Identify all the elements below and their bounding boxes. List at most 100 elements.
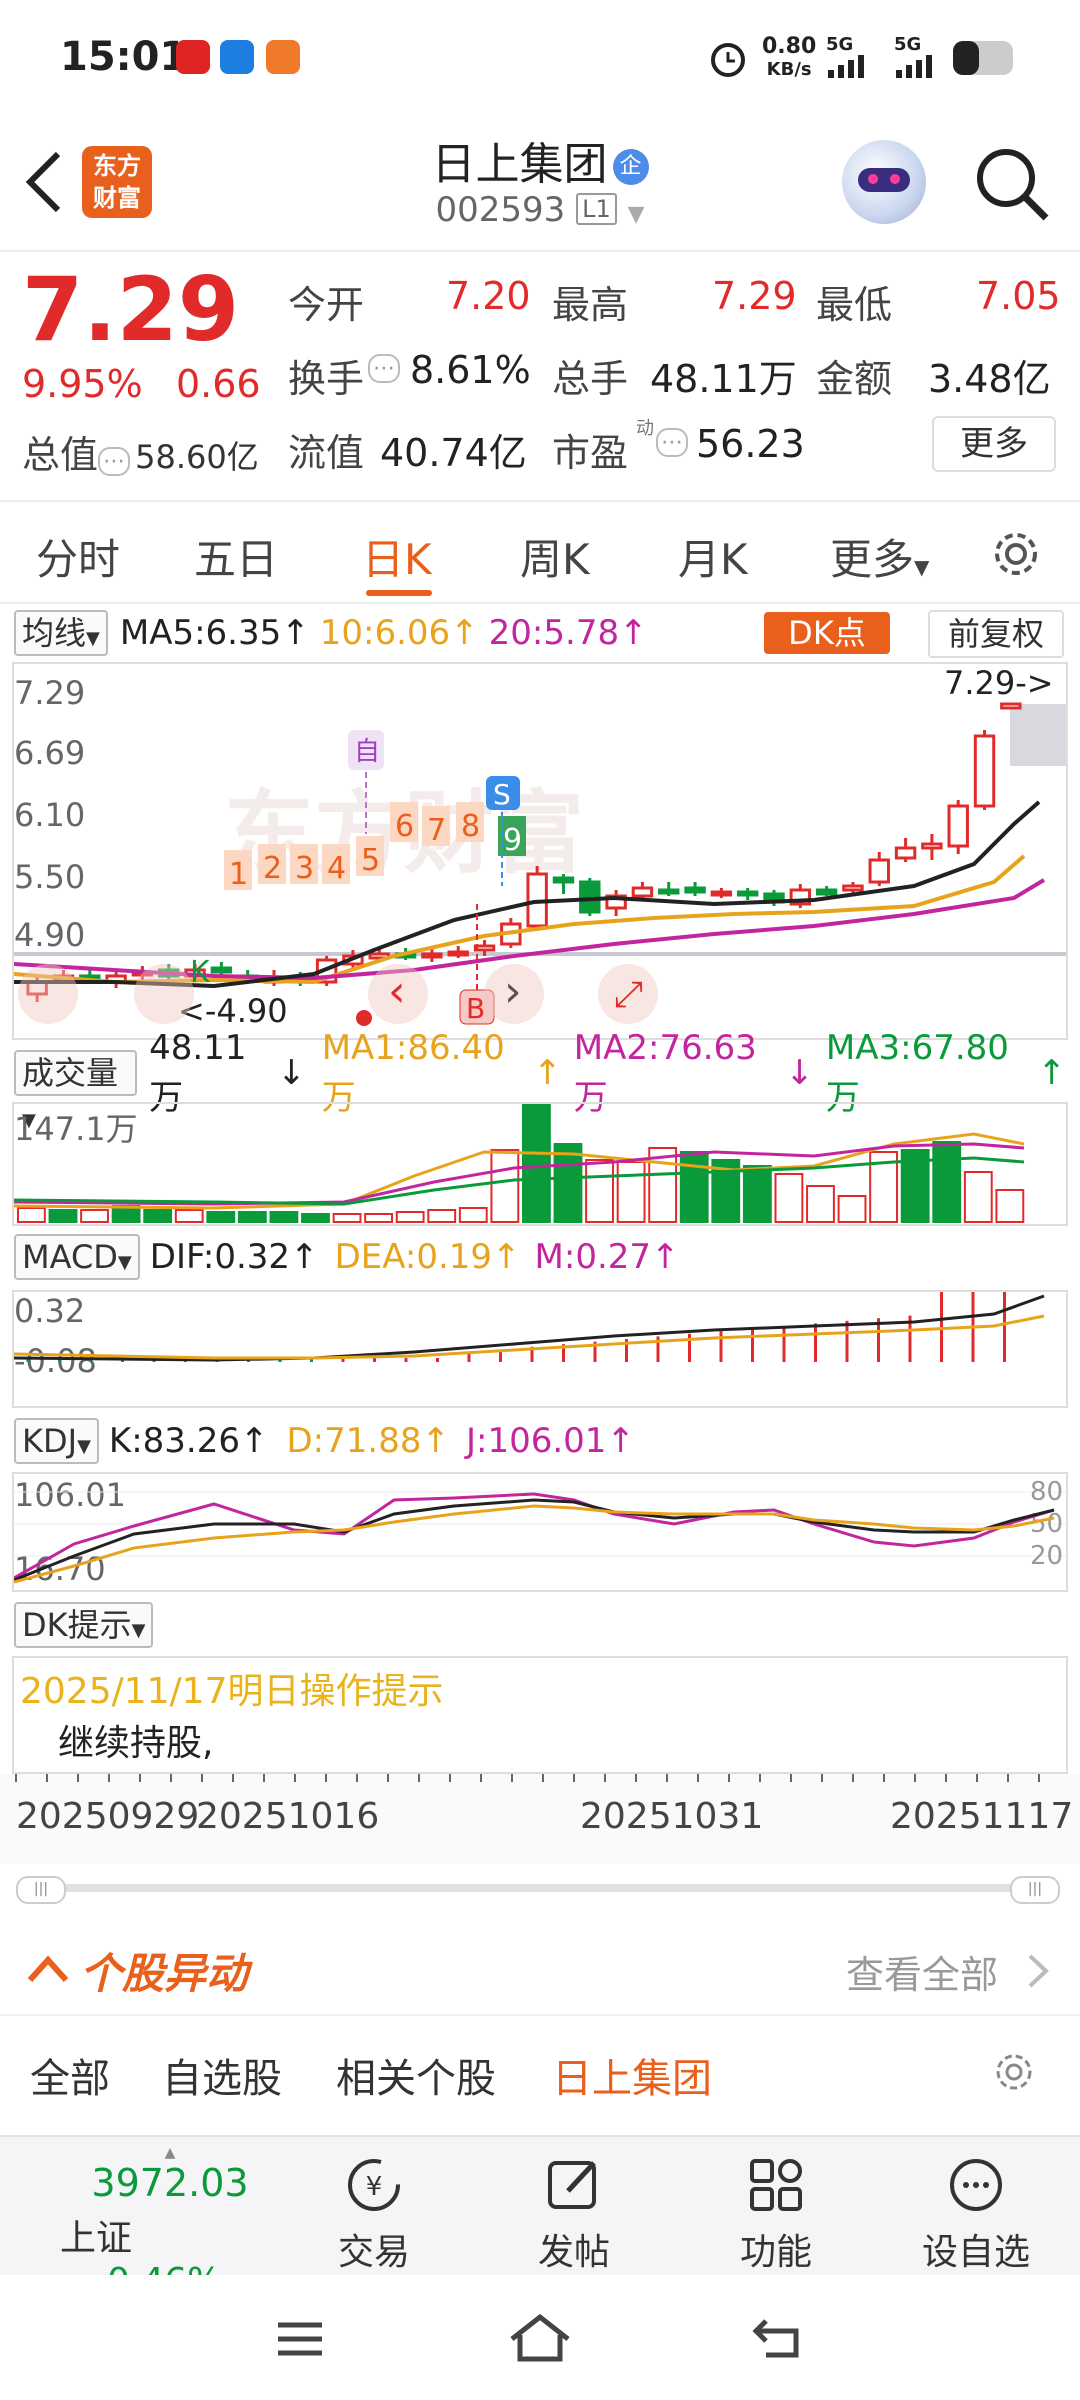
gear-icon[interactable]: [990, 528, 1042, 580]
count-label: 7: [427, 813, 446, 848]
signal-icon: [828, 55, 864, 78]
filter-all[interactable]: 全部: [30, 2046, 110, 2104]
battery-icon: [953, 41, 1013, 75]
kdj-panel[interactable]: 106.01 16.70 80 50 20: [12, 1472, 1068, 1592]
tab-more[interactable]: 更多▼: [830, 526, 929, 587]
mktcap-value: 58.60亿: [135, 438, 259, 476]
macd-dea: DEA:0.19: [334, 1237, 493, 1277]
filter-related[interactable]: 相关个股: [336, 2046, 496, 2104]
menu-icon[interactable]: [276, 2319, 324, 2359]
macd-indicator-bar: MACD▼ DIF:0.32 ↑ DEA:0.19 ↑ M:0.27 ↑: [14, 1232, 1066, 1282]
chart-period-tabs: 分时 五日 日K 周K 月K 更多▼: [0, 500, 1080, 604]
pe-dynamic-mark: 动: [636, 418, 654, 439]
post-label: 发帖: [537, 2232, 610, 2273]
tab-five-day[interactable]: 五日: [194, 526, 278, 587]
chart-nav-button: [18, 964, 78, 1024]
chevron-right-icon: ›: [504, 966, 522, 1017]
assistant-avatar[interactable]: [842, 140, 926, 224]
up-arrow-icon: ↑: [606, 1421, 635, 1461]
y-axis-label: 6.69: [14, 734, 85, 772]
count-label: 4: [327, 851, 346, 886]
add-watchlist-button[interactable]: 设自选: [916, 2155, 1036, 2275]
kline-panel[interactable]: 东方财富7.296.696.105.504.907.29-><-4.901234…: [12, 662, 1068, 1040]
date-axis: 20250929 20251016 20251031 20251117: [0, 1774, 1080, 1864]
volume-bar: [237, 1211, 267, 1223]
candle-body: [447, 950, 469, 957]
kdj-chart[interactable]: 106.0116.70805020: [14, 1474, 1066, 1590]
gear-icon[interactable]: [992, 2050, 1036, 2094]
search-icon[interactable]: [972, 144, 1052, 224]
scroll-handle-right[interactable]: |||: [1010, 1876, 1060, 1904]
volume-label: 总手: [552, 357, 629, 401]
chevron-down-icon[interactable]: ▼: [628, 202, 645, 227]
down-arrow-icon: ↓: [277, 1053, 306, 1093]
back-nav-icon[interactable]: [752, 2313, 808, 2361]
up-arrow-icon: ↑: [619, 613, 648, 653]
dk-point-button[interactable]: DK点: [764, 612, 890, 654]
adjust-button[interactable]: 前复权: [928, 610, 1064, 658]
ma-selector[interactable]: 均线▼: [14, 610, 108, 656]
trade-button[interactable]: ¥ 交易: [314, 2155, 434, 2275]
filter-watchlist[interactable]: 自选股: [162, 2046, 282, 2104]
chevron-up-icon[interactable]: [26, 1954, 70, 1984]
kdj-level-label: 20: [1030, 1541, 1063, 1571]
chart-nav-button: [134, 964, 194, 1024]
add-watchlist-label: 设自选: [921, 2232, 1030, 2273]
movement-title: 个股异动: [80, 1949, 249, 1998]
candle-body: [947, 804, 969, 848]
tab-weekly-k[interactable]: 周K: [520, 526, 590, 587]
mktcap-label: 总值: [22, 433, 99, 477]
info-icon[interactable]: ⋯: [98, 447, 131, 476]
macd-panel[interactable]: 0.32 -0.08: [12, 1290, 1068, 1408]
more-button[interactable]: 更多: [932, 416, 1056, 472]
volume-chart[interactable]: 147.1万: [14, 1104, 1066, 1224]
macd-selector[interactable]: MACD▼: [14, 1234, 140, 1280]
dk-tip-title: 2025/11/17明日操作提示: [20, 1671, 444, 1712]
up-arrow-icon: ↑: [240, 1421, 269, 1461]
dk-point-label: DK点: [788, 614, 866, 652]
chevron-right-icon[interactable]: [1026, 1952, 1050, 1990]
kdj-indicator-bar: KDJ▼ K:83.26 ↑ D:71.88 ↑ J:106.01 ↑: [14, 1416, 1066, 1466]
bottom-toolbar: ▲ 3972.03 上证 -0.46% ¥ 交易 发帖 功能 设自选: [0, 2135, 1080, 2302]
post-button[interactable]: 发帖: [514, 2155, 634, 2275]
app-notification-icon: [266, 40, 300, 74]
info-icon[interactable]: ⋯: [656, 428, 688, 457]
volume-bar: [742, 1165, 772, 1223]
home-icon[interactable]: [508, 2311, 572, 2363]
tab-intraday[interactable]: 分时: [36, 526, 120, 587]
open-label: 今开: [288, 283, 365, 327]
level-badge[interactable]: L1: [576, 193, 617, 225]
scroll-handle-left[interactable]: |||: [16, 1876, 66, 1904]
low-value: 7.05: [976, 274, 1061, 318]
function-button[interactable]: 功能: [716, 2155, 836, 2275]
volume-selector[interactable]: 成交量▼: [14, 1050, 138, 1131]
kdj-selector[interactable]: KDJ▼: [14, 1418, 99, 1464]
dk-tip-bar: DK提示▼: [14, 1600, 614, 1650]
volume-selector-label: 成交量: [22, 1054, 119, 1092]
macd-chart[interactable]: 0.32 -0.08: [14, 1292, 1066, 1406]
count-label: 2: [263, 851, 282, 886]
candle-body: [868, 858, 890, 884]
kline-chart[interactable]: 东方财富7.296.696.105.504.907.29-><-4.901234…: [14, 664, 1066, 1038]
index-name: 上证: [60, 2218, 133, 2259]
kdj-selector-label: KDJ: [22, 1422, 78, 1460]
volume-bar: [490, 1149, 520, 1223]
view-all-link[interactable]: 查看全部: [846, 1944, 998, 1999]
count-label: 8: [461, 809, 480, 844]
candle-body: [973, 734, 996, 808]
volume-panel[interactable]: 147.1万: [12, 1102, 1068, 1226]
tab-daily-k[interactable]: 日K: [362, 526, 432, 587]
tab-monthly-k[interactable]: 月K: [678, 526, 748, 587]
candle-body: [842, 884, 864, 892]
chart-range-scrollbar[interactable]: ||| |||: [16, 1876, 1060, 1904]
candle-body: [473, 944, 496, 952]
filter-this-stock[interactable]: 日上集团: [552, 2046, 712, 2104]
dk-tip-selector[interactable]: DK提示▼: [14, 1602, 154, 1648]
chevron-down-icon: ▼: [914, 555, 930, 579]
up-arrow-icon: ↑: [421, 1421, 450, 1461]
info-icon[interactable]: ⋯: [368, 354, 400, 383]
up-arrow-icon: ↑: [492, 1237, 521, 1277]
stock-header: 东方 财富 日上集团 企 002593 L1 ▼: [0, 118, 1080, 252]
chevron-down-icon: ▼: [86, 628, 100, 649]
volume-value: 48.11万: [650, 357, 797, 401]
